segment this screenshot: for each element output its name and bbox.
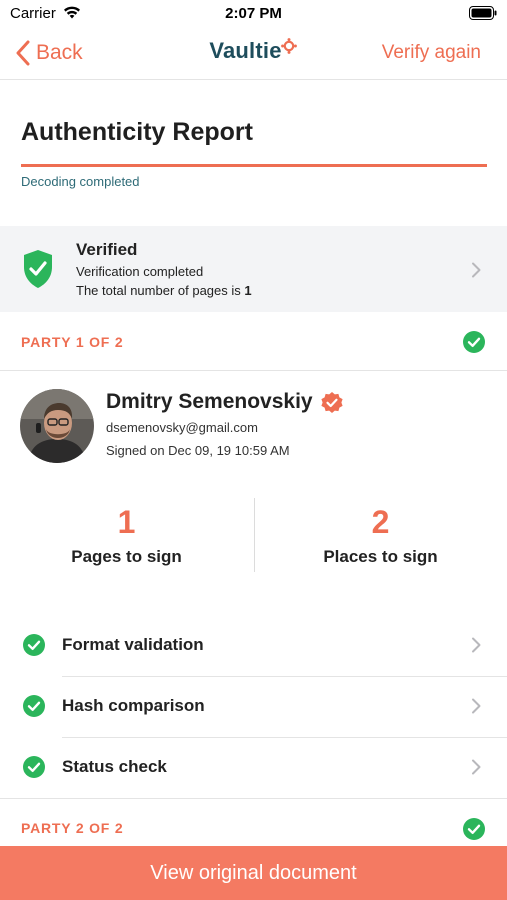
verification-title: Verified: [76, 240, 138, 259]
brand-name: Vaultie: [209, 38, 282, 63]
total-pages-count: 1: [244, 283, 252, 298]
verification-summary-card[interactable]: Verified Verification completed The tota…: [0, 226, 507, 312]
check-row-hash-comparison[interactable]: Hash comparison: [0, 676, 507, 737]
avatar: [20, 389, 94, 463]
brand-mark-icon: [280, 38, 297, 54]
view-original-document-button[interactable]: View original document: [0, 846, 507, 900]
chevron-right-icon: [472, 759, 481, 775]
decoding-status: Decoding completed: [21, 174, 140, 189]
check-circle-icon: [23, 756, 45, 778]
places-to-sign-label: Places to sign: [323, 547, 438, 566]
check-circle-icon: [23, 695, 45, 717]
party-1-header: PARTY 1 OF 2: [0, 312, 507, 370]
chevron-right-icon: [472, 262, 481, 278]
total-pages-text: The total number of pages is 1: [76, 283, 252, 298]
places-to-sign-value: 2: [371, 504, 390, 540]
shield-check-icon: [24, 250, 52, 288]
signer-email: dsemenovsky@gmail.com: [106, 420, 258, 435]
check-row-label: Format validation: [62, 635, 204, 654]
party-1-label: PARTY 1 OF 2: [21, 334, 124, 350]
status-bar: Carrier 2:07 PM: [0, 0, 507, 28]
page-title: Authenticity Report: [21, 118, 253, 146]
person-avatar-icon: [20, 389, 94, 463]
check-row-label: Status check: [62, 757, 167, 776]
total-pages-label: The total number of pages is: [76, 283, 245, 298]
verification-subtitle: Verification completed: [76, 264, 204, 279]
chevron-right-icon: [472, 637, 481, 653]
divider: [0, 370, 507, 371]
pages-to-sign-value: 1: [117, 504, 136, 540]
places-to-sign-stat: 2 Places to sign: [254, 503, 507, 567]
decoding-progress-bar: [21, 164, 487, 167]
check-circle-icon: [23, 634, 45, 656]
check-circle-icon: [463, 331, 485, 353]
verified-badge-icon: [321, 392, 343, 413]
check-row-label: Hash comparison: [62, 696, 205, 715]
check-circle-icon: [463, 818, 485, 840]
verify-again-button[interactable]: Verify again: [382, 42, 481, 64]
signer-name: Dmitry Semenovskiy: [106, 390, 313, 413]
battery-icon: [469, 6, 497, 20]
chevron-right-icon: [472, 698, 481, 714]
party-2-label: PARTY 2 OF 2: [21, 820, 124, 836]
status-time: 2:07 PM: [225, 5, 282, 22]
pages-to-sign-label: Pages to sign: [71, 547, 182, 566]
check-row-format-validation[interactable]: Format validation: [0, 615, 507, 676]
signed-date: Signed on Dec 09, 19 10:59 AM: [106, 443, 290, 458]
nav-bar: Back Vaultie Verify again: [0, 28, 507, 80]
check-row-status-check[interactable]: Status check: [0, 737, 507, 798]
pages-to-sign-stat: 1 Pages to sign: [0, 503, 253, 567]
